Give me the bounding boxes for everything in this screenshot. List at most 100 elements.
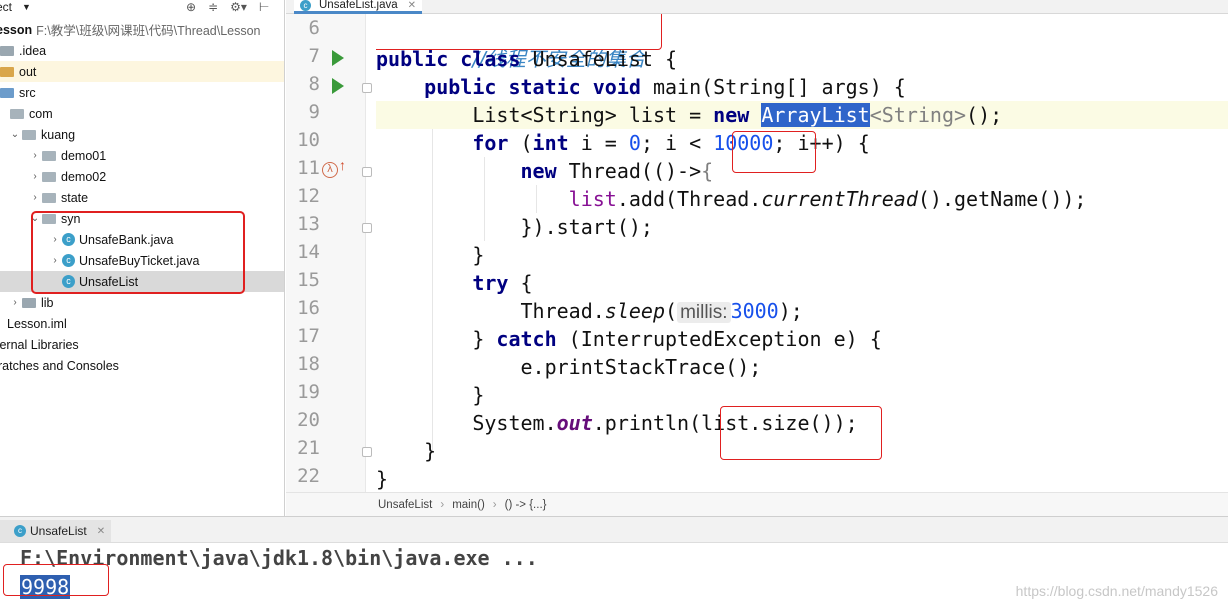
run-panel: c UnsafeList ✕ F:\Environment\java\jdk1.…: [0, 516, 1228, 609]
project-tools: ⊕ ≑ ⚙▾ ⊢: [186, 0, 269, 14]
console-output[interactable]: F:\Environment\java\jdk1.8\bin\java.exe …: [0, 543, 1228, 609]
code-text: Thread(()->: [556, 159, 702, 183]
folder-icon: [0, 66, 14, 77]
hide-icon[interactable]: ⊢: [259, 0, 269, 14]
code-text: );: [778, 299, 803, 323]
project-panel: ect ▼ ⊕ ≑ ⚙▾ ⊢ esson F:\教学\班级\网课班\代码\Thr…: [0, 0, 285, 516]
editor-gutter: 6 7 8 9 10 11 12 13 14 15 16 17 18 19 20…: [286, 14, 372, 492]
tree-item-com[interactable]: com: [0, 103, 284, 124]
tree-item-module[interactable]: esson F:\教学\班级\网课班\代码\Thread\Lesson: [0, 19, 281, 40]
line-number: 13: [297, 213, 320, 235]
watermark: https://blog.csdn.net/mandy1526: [1015, 583, 1218, 599]
code-text: }: [472, 383, 485, 407]
code-text: (: [665, 299, 678, 323]
tree-item-out[interactable]: out: [0, 61, 284, 82]
fold-icon[interactable]: [362, 167, 372, 177]
tree-item-demo02[interactable]: › demo02: [0, 166, 284, 187]
line-number: 18: [297, 353, 320, 375]
code-line-16: Thread.sleep(millis: 3000);: [376, 297, 803, 325]
tree-item-idea[interactable]: .idea: [0, 40, 284, 61]
code-text: ; i <: [640, 131, 714, 155]
folder-icon: [0, 45, 14, 56]
arrow-up-icon[interactable]: ↑: [339, 157, 346, 173]
code-text: }: [424, 439, 437, 463]
code-text: i =: [568, 131, 629, 155]
package-icon: [42, 150, 56, 161]
code-line-19: }: [376, 381, 484, 409]
chevron-right-icon[interactable]: ›: [8, 297, 22, 308]
code-text: {: [508, 271, 533, 295]
tab-unsafelist-java[interactable]: c UnsafeList.java ✕: [294, 0, 423, 14]
annotation-box-loop-count: [732, 131, 816, 173]
chevron-right-icon[interactable]: ›: [28, 171, 42, 182]
tree-item-label: src: [19, 85, 36, 100]
ide-window: ect ▼ ⊕ ≑ ⚙▾ ⊢ esson F:\教学\班级\网课班\代码\Thr…: [0, 0, 1228, 609]
breadcrumb-item[interactable]: UnsafeList: [378, 499, 432, 511]
line-number: 14: [297, 241, 320, 263]
code-line-17: } catch (InterruptedException e) {: [376, 325, 881, 353]
line-number: 8: [308, 73, 320, 95]
tree-item-iml[interactable]: Lesson.iml: [0, 313, 279, 334]
code-text: .add(Thread.: [616, 187, 762, 211]
code-text: }: [472, 243, 485, 267]
tree-item-external-libraries[interactable]: ternal Libraries: [0, 334, 281, 355]
locate-icon[interactable]: ⊕: [186, 0, 196, 14]
close-icon[interactable]: ✕: [408, 0, 416, 12]
tab-run-unsafelist[interactable]: c UnsafeList ✕: [0, 520, 112, 542]
keyword: try: [472, 271, 509, 295]
chevron-down-icon[interactable]: ▼: [22, 2, 31, 12]
fold-icon[interactable]: [362, 223, 372, 233]
tree-item-state[interactable]: › state: [0, 187, 284, 208]
tree-item-kuang[interactable]: ⌄ kuang: [0, 124, 284, 145]
code-text: main(String[] args) {: [640, 75, 906, 99]
line-number: 6: [308, 17, 320, 39]
tree-item-src[interactable]: src: [0, 82, 284, 103]
code-text: {: [701, 159, 714, 183]
keyword: void: [592, 75, 641, 99]
fold-icon[interactable]: [362, 447, 372, 457]
chevron-down-icon[interactable]: ⌄: [8, 129, 22, 140]
run-tabbar: c UnsafeList ✕: [0, 517, 1228, 543]
line-number: 7: [308, 45, 320, 67]
tree-item-scratches[interactable]: ratches and Consoles: [0, 355, 283, 376]
code-text: Thread.: [520, 299, 605, 323]
code-text: out: [556, 411, 593, 435]
selected-text: ArrayList: [761, 103, 870, 127]
collapse-icon[interactable]: ≑: [208, 0, 218, 14]
code-line-22: }: [376, 465, 388, 492]
fold-icon[interactable]: [362, 83, 372, 93]
code-text: }: [376, 467, 389, 491]
keyword: catch: [496, 327, 557, 351]
annotation-box-comment: [376, 14, 662, 50]
close-icon[interactable]: ✕: [97, 526, 105, 537]
project-panel-title[interactable]: ect: [0, 0, 12, 14]
tree-item-lib[interactable]: › lib: [0, 292, 284, 313]
code-text: List<String> list =: [472, 103, 714, 127]
line-number: 20: [297, 409, 320, 431]
code-text: System.: [472, 411, 557, 435]
tree-item-label: lib: [41, 295, 54, 310]
package-icon: [10, 108, 24, 119]
run-main-icon[interactable]: [332, 78, 344, 94]
breadcrumb-item[interactable]: main(): [452, 499, 485, 511]
editor-tabbar: c UnsafeList.java ✕: [286, 0, 1228, 14]
line-number: 10: [297, 129, 320, 151]
keyword: public: [424, 75, 497, 99]
gear-icon[interactable]: ⚙▾: [230, 0, 247, 14]
code-line-9: List<String> list = new ArrayList<String…: [376, 101, 1228, 129]
code-line-15: try {: [376, 269, 533, 297]
module-path: F:\教学\班级\网课班\代码\Thread\Lesson: [36, 24, 261, 38]
chevron-right-icon[interactable]: ›: [28, 192, 42, 203]
parameter-hint: millis:: [677, 302, 731, 323]
tree-item-label: .idea: [19, 43, 47, 58]
code-area[interactable]: //线程不安全的集合 public class UnsafeList { pub…: [376, 14, 1228, 492]
code-line-14: }: [376, 241, 484, 269]
annotation-box-syn: [31, 211, 245, 294]
code-text: list: [568, 187, 617, 211]
keyword: new: [520, 159, 557, 183]
breadcrumb-item[interactable]: () -> {...}: [505, 499, 547, 511]
tree-item-demo01[interactable]: › demo01: [0, 145, 284, 166]
run-class-icon[interactable]: [332, 50, 344, 66]
line-number: 17: [297, 325, 320, 347]
chevron-right-icon[interactable]: ›: [28, 150, 42, 161]
